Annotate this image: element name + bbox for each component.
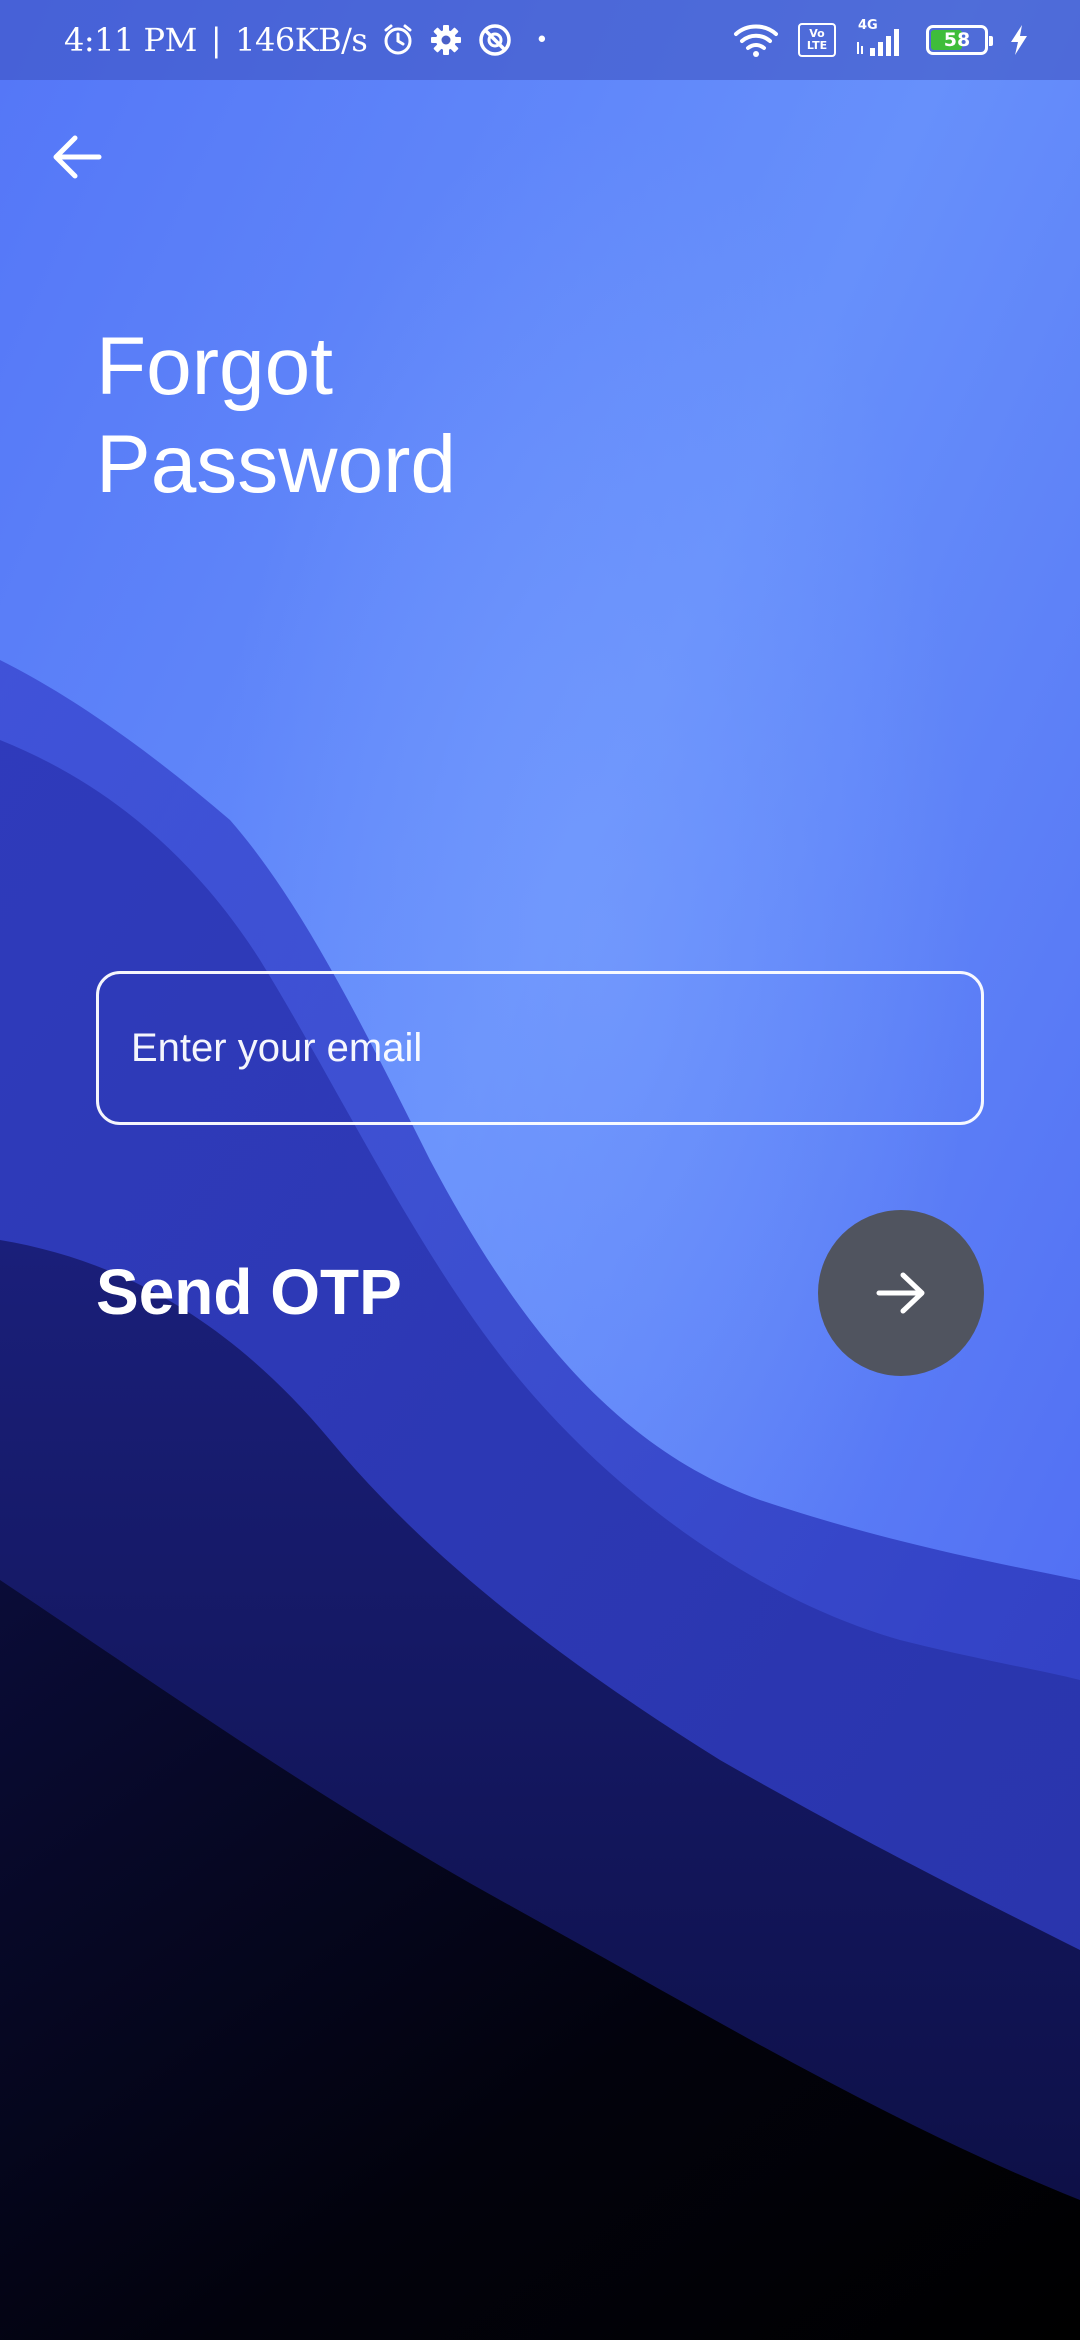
send-otp-button[interactable] (818, 1210, 984, 1376)
back-button[interactable] (40, 120, 114, 194)
signal-icon: 4G (854, 18, 908, 60)
status-bar: 4:11 PM | 146KB/s • Vo LTE 4G 58 (0, 0, 1080, 80)
volte-icon: Vo LTE (798, 23, 836, 57)
network-type-text: 4G (858, 18, 878, 33)
blocked-circle-icon (477, 22, 513, 58)
wifi-icon (732, 22, 780, 58)
page-title-line1: Forgot (96, 321, 333, 412)
status-left: 4:11 PM | 146KB/s • (64, 0, 548, 80)
email-field[interactable] (96, 971, 984, 1125)
status-network-speed: 146KB/s (235, 21, 368, 59)
battery-level-text: 58 (943, 29, 971, 51)
send-otp-label: Send OTP (96, 1256, 402, 1328)
status-time: 4:11 PM (64, 21, 197, 59)
arrow-left-icon (53, 135, 102, 179)
arrow-right-icon (876, 1272, 925, 1314)
volte-bottom-text: LTE (806, 39, 828, 52)
status-right: Vo LTE 4G 58 (732, 0, 1030, 80)
charging-icon (1008, 24, 1030, 56)
alarm-icon (381, 23, 415, 57)
status-dot: • (535, 27, 548, 53)
gear-icon (429, 23, 463, 57)
page-title: Forgot Password (96, 318, 796, 514)
page-title-line2: Password (96, 419, 457, 510)
forgot-password-screen: 4:11 PM | 146KB/s • Vo LTE 4G 58 Forgot … (0, 0, 1080, 2340)
battery-icon: 58 (926, 25, 993, 55)
status-separator: | (210, 21, 222, 59)
